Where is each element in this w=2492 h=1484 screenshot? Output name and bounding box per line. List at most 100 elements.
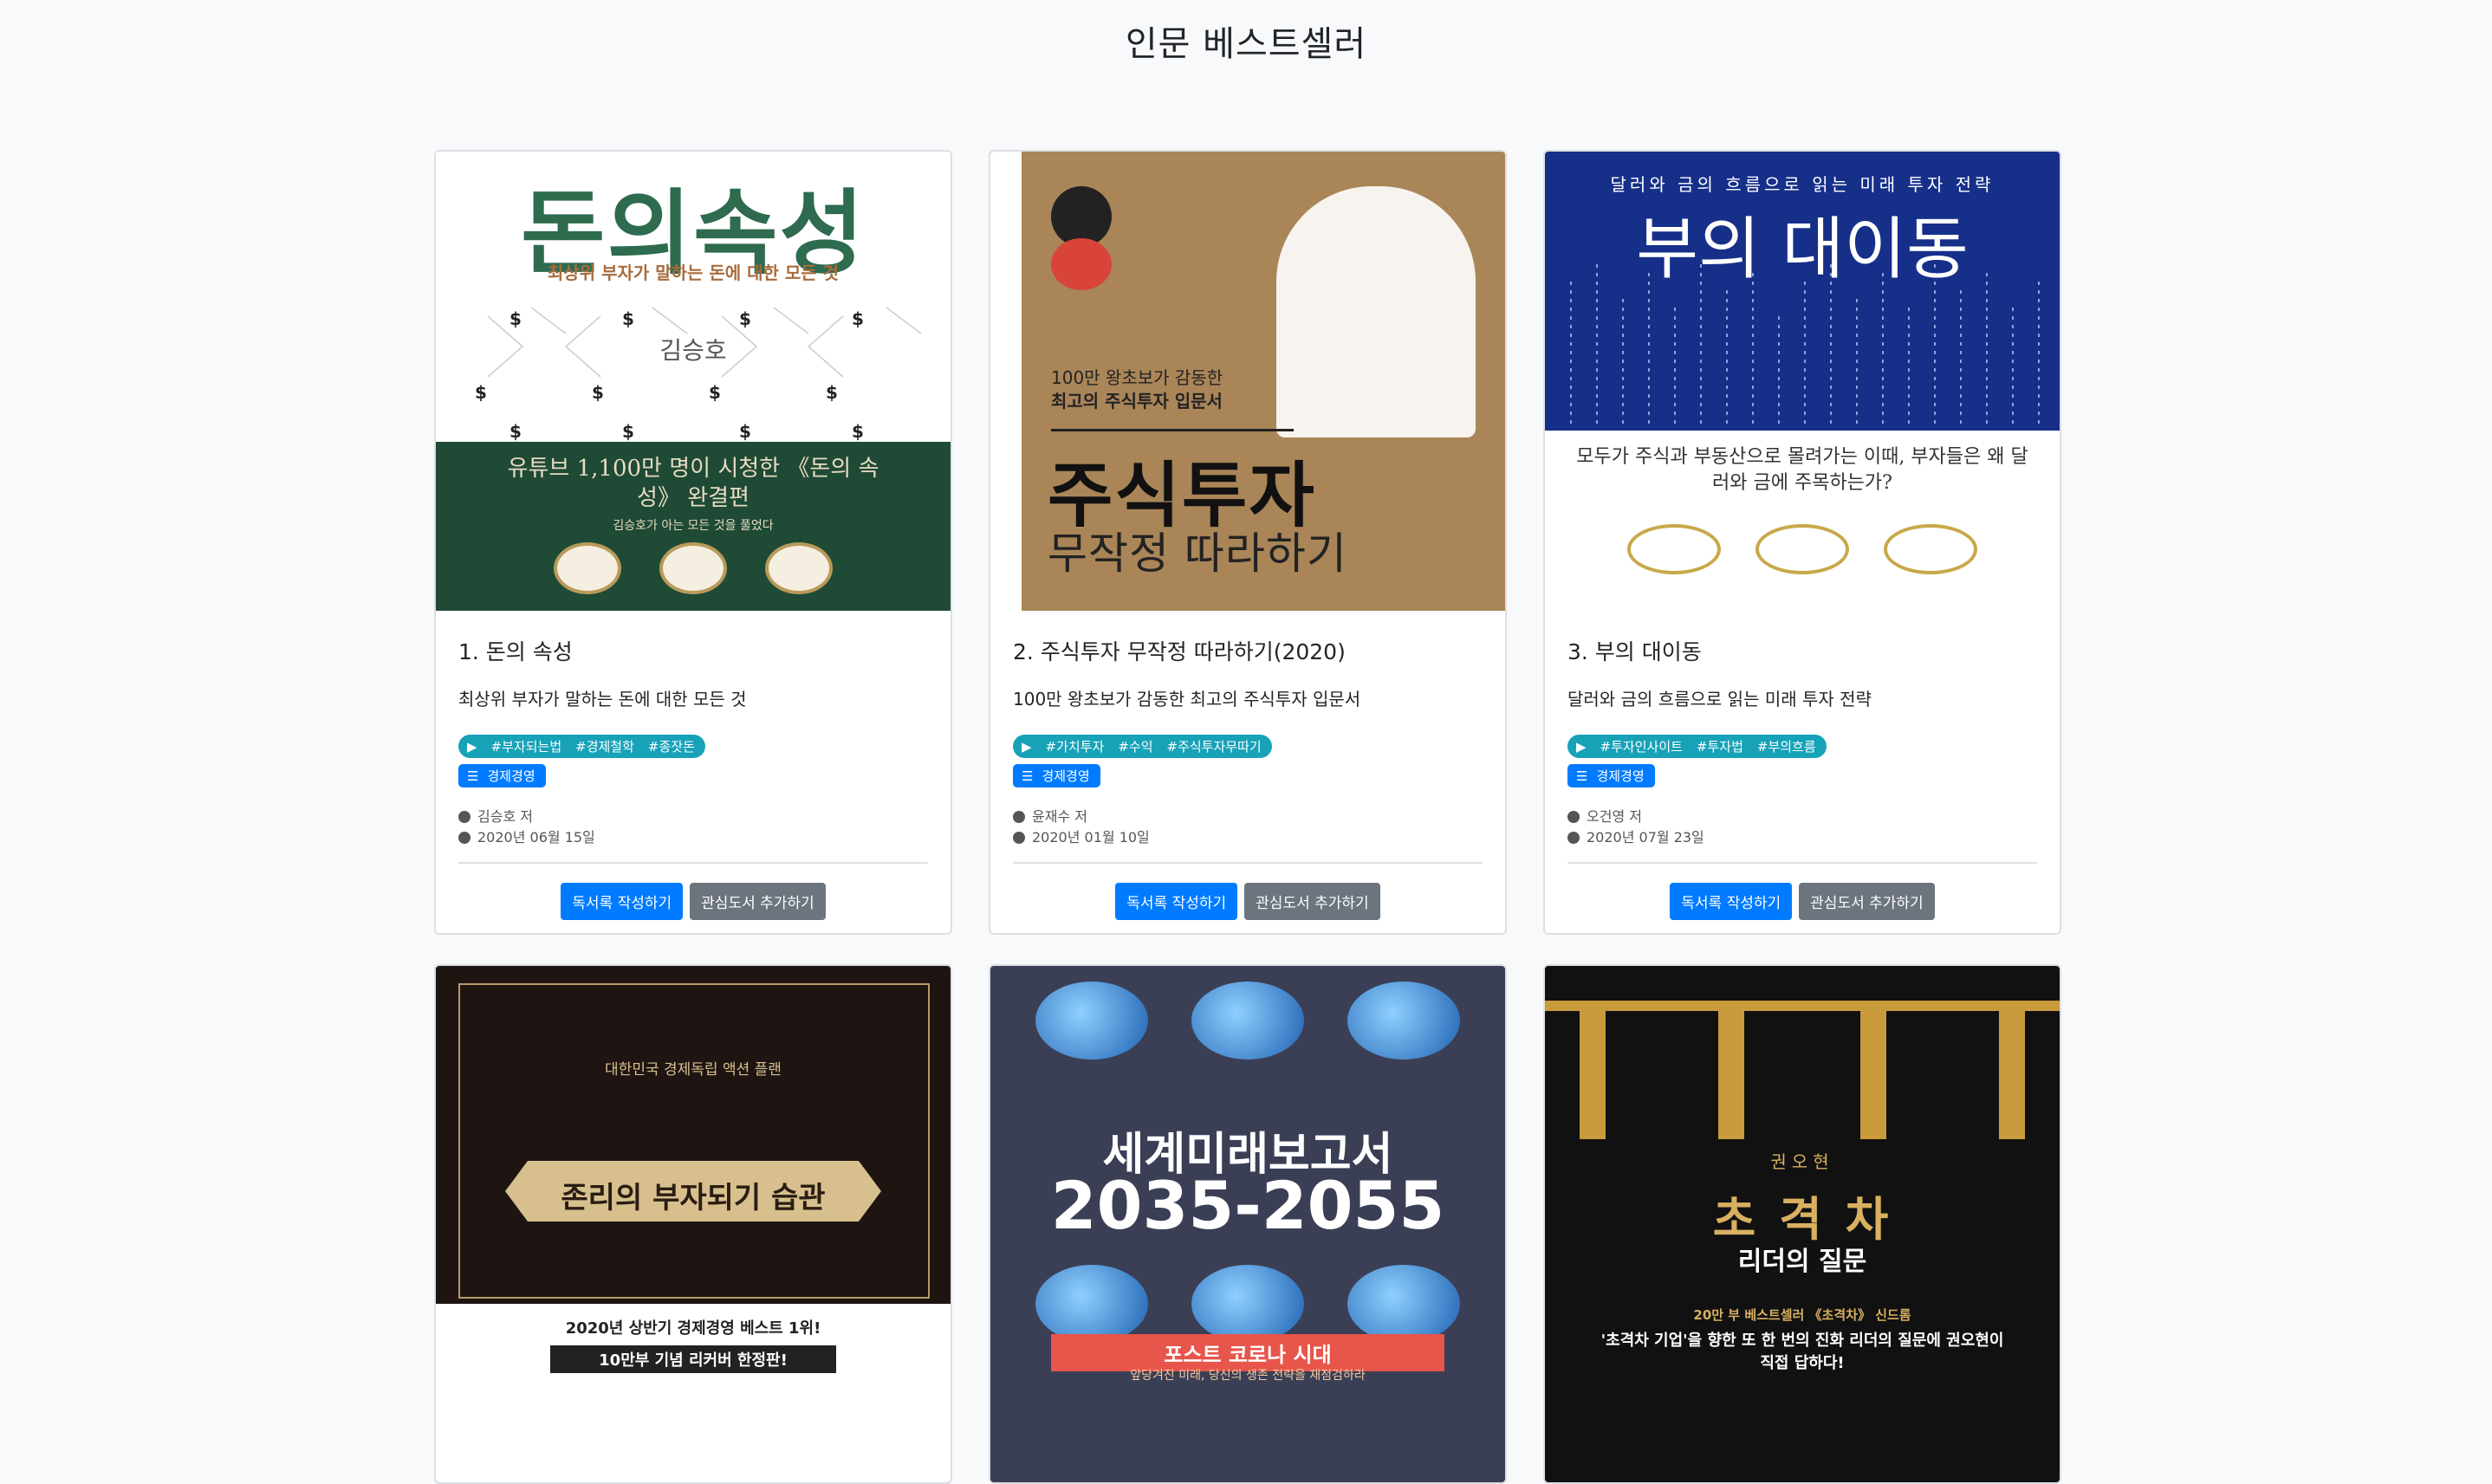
category-badge[interactable]: ☰ 경제경영 bbox=[458, 764, 546, 787]
add-wishlist-button[interactable]: 관심도서 추가하기 bbox=[1799, 883, 1935, 920]
list-icon: ☰ bbox=[1022, 768, 1034, 784]
book-subtitle: 100만 왕초보가 감동한 최고의 주식투자 입문서 bbox=[1013, 689, 1361, 710]
svg-text:$: $ bbox=[622, 308, 634, 329]
book-card: 권오현 초 격 차 리더의 질문 20만 부 베스트셀러 《초격차》 신드롬 '… bbox=[1543, 964, 2061, 1484]
tag[interactable]: #투자인사이트 bbox=[1600, 737, 1683, 755]
divider bbox=[1567, 862, 2037, 864]
book-card: 달러와 금의 흐름으로 읽는 미래 투자 전략 부의 대이동 모두가 주식과 부… bbox=[1543, 150, 2061, 935]
cover-bar bbox=[1580, 1001, 1606, 1139]
svg-text:$: $ bbox=[739, 421, 751, 442]
book-title[interactable]: 1. 돈의 속성 bbox=[458, 635, 928, 666]
publish-date: 2020년 01월 10일 bbox=[1032, 829, 1150, 846]
cover-author: 권오현 bbox=[1770, 1151, 1834, 1172]
tag[interactable]: #부자되는법 bbox=[491, 737, 562, 755]
svg-text:$: $ bbox=[509, 308, 522, 329]
tag[interactable]: #종잣돈 bbox=[648, 737, 695, 755]
tag[interactable]: #가치투자 bbox=[1046, 737, 1105, 755]
cover-mid: 최고의 주식투자 입문서 bbox=[1051, 391, 1223, 412]
cover-band-sub: 앞당겨진 미래, 당신의 생존 전략을 재점검하라 bbox=[1130, 1369, 1366, 1383]
cover-frame bbox=[458, 983, 930, 1299]
tags-badge: ▶ #투자인사이트 #투자법 #부의흐름 bbox=[1567, 735, 1827, 758]
book-card: 대한민국 경제독립 액션 플랜 존리의 부자되기 습관 2020년 상반기 경제… bbox=[434, 964, 952, 1484]
cover-bar bbox=[1999, 1001, 2025, 1139]
svg-text:$: $ bbox=[622, 421, 634, 442]
tag[interactable]: #수익 bbox=[1118, 737, 1152, 755]
cover-spine bbox=[990, 152, 1022, 611]
clock-icon bbox=[458, 832, 470, 844]
dollar-pattern: $ $ $ $ $ $ $ $ $ $ $ $ bbox=[475, 307, 922, 442]
cover-top: 100만 왕초보가 감동한 bbox=[1051, 367, 1223, 388]
svg-text:$: $ bbox=[852, 308, 864, 329]
add-wishlist-button[interactable]: 관심도서 추가하기 bbox=[1244, 883, 1380, 920]
book-cover-image[interactable]: 세계미래보고서 2035-2055 포스트 코로나 시대 앞당겨진 미래, 당신… bbox=[990, 966, 1505, 1482]
cover-globes bbox=[990, 982, 1505, 1060]
cover-band: 2020년 상반기 경제경영 베스트 1위! 10만부 기념 리커버 한정판! bbox=[436, 1304, 951, 1482]
add-wishlist-button[interactable]: 관심도서 추가하기 bbox=[690, 883, 826, 920]
cover-top: 대한민국 경제독립 액션 플랜 bbox=[605, 1061, 782, 1079]
category-label: 경제경영 bbox=[1596, 768, 1645, 784]
cover-sub: 무작정 따라하기 bbox=[1048, 528, 1347, 579]
tag-icon: ▶ bbox=[467, 738, 477, 755]
write-review-button[interactable]: 독서록 작성하기 bbox=[561, 883, 684, 920]
author: 윤재수 저 bbox=[1032, 808, 1087, 825]
book-cover-image[interactable]: 돈의속성 최상위 부자가 말하는 돈에 대한 모든 것 $ $ $ $ $ $ $ $ $ $… bbox=[436, 152, 951, 611]
clock-icon bbox=[1567, 832, 1580, 844]
tag[interactable]: #주식투자무따기 bbox=[1167, 737, 1262, 755]
cover-circle bbox=[1051, 238, 1112, 290]
category-badge[interactable]: ☰ 경제경영 bbox=[1013, 764, 1100, 787]
write-review-button[interactable]: 독서록 작성하기 bbox=[1670, 883, 1793, 920]
clock-icon bbox=[1013, 832, 1025, 844]
cover-illustration bbox=[1276, 186, 1476, 437]
book-subtitle: 최상위 부자가 말하는 돈에 대한 모든 것 bbox=[458, 689, 747, 710]
tag[interactable]: #경제철학 bbox=[575, 737, 634, 755]
svg-text:$: $ bbox=[509, 421, 522, 442]
cover-band-sub: 10만부 기념 리커버 한정판! bbox=[550, 1345, 836, 1373]
category-label: 경제경영 bbox=[487, 768, 535, 784]
cover-band-text: 유튜브 1,100만 명이 시청한 《돈의 속성》 완결편 bbox=[507, 456, 879, 511]
write-review-button[interactable]: 독서록 작성하기 bbox=[1115, 883, 1238, 920]
tag[interactable]: #투자법 bbox=[1697, 737, 1743, 755]
cover-band: 유튜브 1,100만 명이 시청한 《돈의 속성》 완결편 김승호가 아는 모든… bbox=[436, 442, 951, 611]
cover-sub: 최상위 부자가 말하는 돈에 대한 모든 것 bbox=[547, 262, 840, 283]
cover-top: 달러와 금의 흐름으로 읽는 미래 투자 전략 bbox=[1610, 174, 1995, 195]
tags-badge: ▶ #가치투자 #수익 #주식투자무따기 bbox=[1013, 735, 1272, 758]
cover-headline: 부의 대이동 bbox=[1636, 211, 1969, 288]
book-cover-image[interactable]: 100만 왕초보가 감동한 최고의 주식투자 입문서 주식투자 무작정 따라하기 bbox=[990, 152, 1505, 611]
book-cover-image[interactable]: 대한민국 경제독립 액션 플랜 존리의 부자되기 습관 2020년 상반기 경제… bbox=[436, 966, 951, 1482]
cover-bar bbox=[1860, 1001, 1886, 1139]
cover-bar bbox=[1545, 1001, 2060, 1011]
list-icon: ☰ bbox=[467, 768, 479, 784]
book-cover-image[interactable]: 권오현 초 격 차 리더의 질문 20만 부 베스트셀러 《초격차》 신드롬 '… bbox=[1545, 966, 2060, 1482]
cover-band-text: 2020년 상반기 경제경영 베스트 1위! bbox=[565, 1319, 821, 1338]
cover-band-text: 모두가 주식과 부동산으로 몰려가는 이때, 부자들은 왜 달러와 금에 주목하… bbox=[1576, 446, 2028, 494]
cover-bar bbox=[1718, 1001, 1744, 1139]
tags-badge: ▶ #부자되는법 #경제철학 #종잣돈 bbox=[458, 735, 705, 758]
author: 김승호 저 bbox=[477, 808, 533, 825]
book-card: 세계미래보고서 2035-2055 포스트 코로나 시대 앞당겨진 미래, 당신… bbox=[989, 964, 1507, 1484]
cover-globes bbox=[990, 1265, 1505, 1343]
publish-date: 2020년 07월 23일 bbox=[1587, 829, 1704, 846]
svg-text:$: $ bbox=[852, 421, 864, 442]
book-title[interactable]: 3. 부의 대이동 bbox=[1567, 635, 2037, 666]
divider bbox=[1013, 862, 1483, 864]
cover-band-sub: 김승호가 아는 모든 것을 풀었다 bbox=[613, 519, 774, 533]
user-icon bbox=[458, 811, 470, 823]
svg-text:$: $ bbox=[475, 382, 487, 403]
page-title: 인문 베스트셀러 bbox=[1125, 24, 1367, 64]
book-title[interactable]: 2. 주식투자 무작정 따라하기(2020) bbox=[1013, 635, 1483, 666]
book-card: 돈의속성 최상위 부자가 말하는 돈에 대한 모든 것 $ $ $ $ $ $ $ $ $ $… bbox=[434, 150, 952, 935]
cover-author: 김승호 bbox=[659, 336, 727, 365]
svg-text:$: $ bbox=[739, 308, 751, 329]
tag-icon: ▶ bbox=[1576, 738, 1587, 755]
cover-band-text: 20만 부 베스트셀러 《초격차》 신드롬 bbox=[1693, 1307, 1911, 1323]
tag[interactable]: #부의흐름 bbox=[1757, 737, 1816, 755]
publish-date: 2020년 06월 15일 bbox=[477, 829, 595, 846]
category-badge[interactable]: ☰ 경제경영 bbox=[1567, 764, 1655, 787]
svg-text:$: $ bbox=[709, 382, 721, 403]
tag-icon: ▶ bbox=[1022, 738, 1032, 755]
category-label: 경제경영 bbox=[1042, 768, 1090, 784]
book-grid: 돈의속성 최상위 부자가 말하는 돈에 대한 모든 것 $ $ $ $ $ $ $ $ $ $… bbox=[434, 150, 2061, 1484]
divider bbox=[458, 862, 928, 864]
user-icon bbox=[1013, 811, 1025, 823]
book-cover-image[interactable]: 달러와 금의 흐름으로 읽는 미래 투자 전략 부의 대이동 모두가 주식과 부… bbox=[1545, 152, 2060, 611]
